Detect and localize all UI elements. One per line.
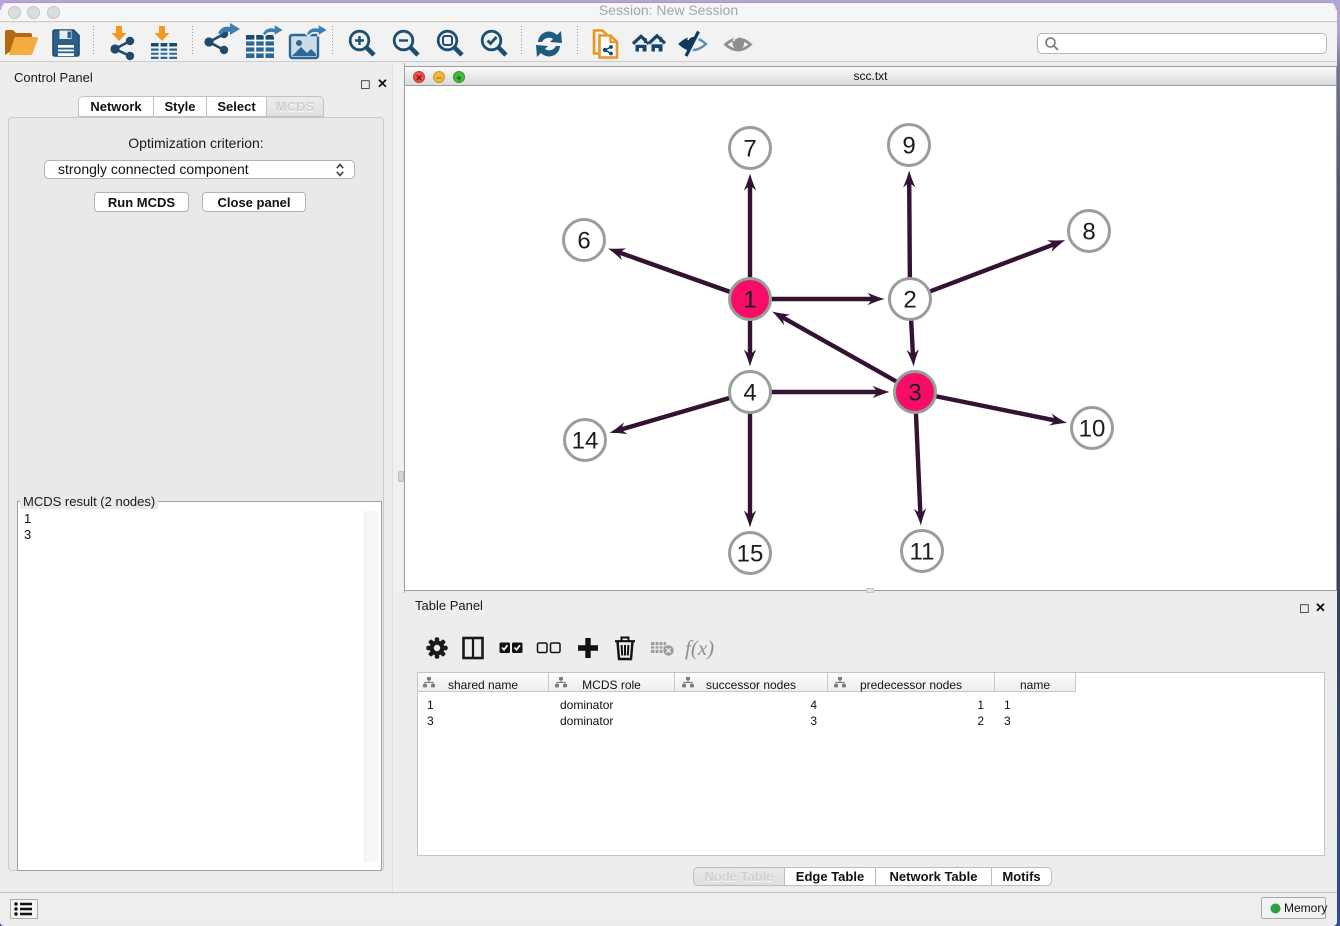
svg-text:15: 15 [737, 541, 764, 568]
svg-text:4: 4 [743, 380, 756, 407]
svg-text:1: 1 [743, 287, 756, 314]
svg-text:8: 8 [1082, 219, 1095, 246]
svg-text:7: 7 [743, 136, 756, 163]
svg-text:6: 6 [577, 228, 590, 255]
svg-text:3: 3 [908, 380, 921, 407]
svg-text:14: 14 [572, 428, 599, 455]
svg-text:9: 9 [902, 133, 915, 160]
svg-text:2: 2 [903, 287, 916, 314]
svg-text:11: 11 [910, 539, 935, 566]
svg-text:f(x): f(x) [685, 636, 714, 660]
svg-text:10: 10 [1079, 416, 1106, 443]
